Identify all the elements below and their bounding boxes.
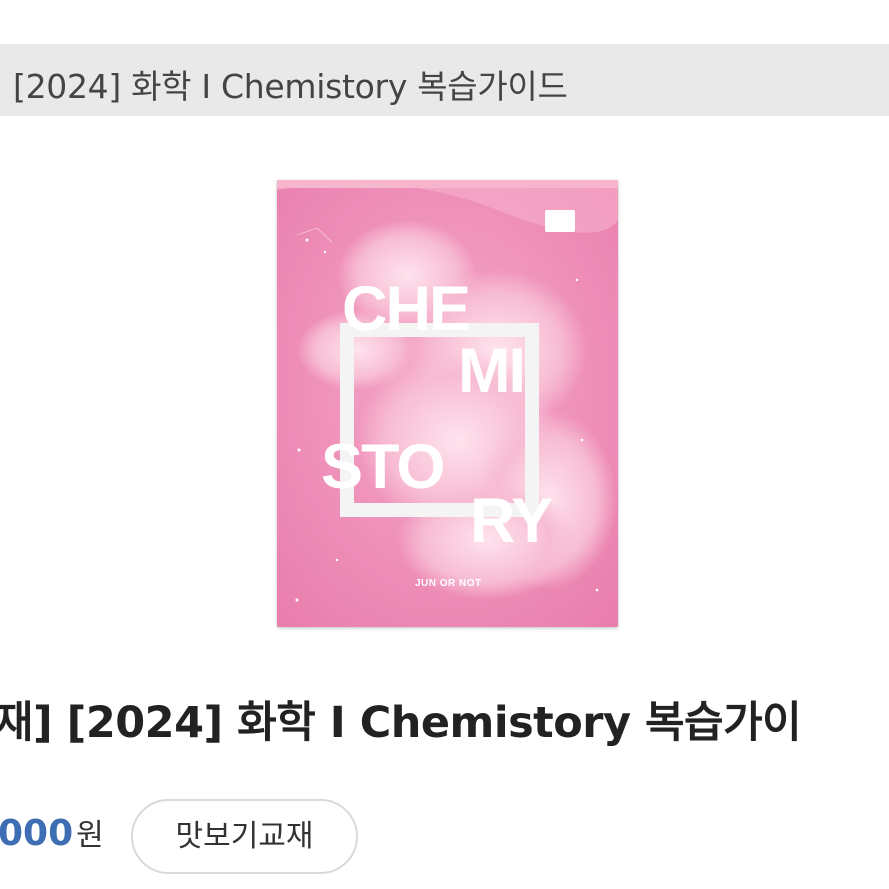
- cover-title-line-2: MI: [458, 336, 526, 406]
- cover-artwork: [277, 180, 618, 627]
- sample-textbook-button[interactable]: 맛보기교재: [131, 799, 358, 874]
- cover-title-line-3: STO: [321, 432, 445, 502]
- cover-badge: [545, 210, 575, 232]
- title-bar: [2024] 화학 I Chemistory 복습가이드: [0, 44, 889, 116]
- cover-title-line-4: RY: [470, 486, 553, 556]
- product-title: 재] [2024] 화학 I Chemistory 복습가이: [0, 698, 802, 748]
- price: 000 원: [0, 810, 104, 854]
- book-cover-image[interactable]: CHE MI STO RY JUN OR NOT: [277, 180, 618, 627]
- price-amount: 000: [0, 813, 74, 854]
- product-page: [2024] 화학 I Chemistory 복습가이드 CHE MI STO …: [0, 0, 889, 889]
- title-bar-text: [2024] 화학 I Chemistory 복습가이드: [13, 67, 568, 106]
- price-unit: 원: [76, 818, 104, 853]
- cover-publisher: JUN OR NOT: [415, 578, 482, 589]
- cover-title-line-1: CHE: [342, 274, 471, 344]
